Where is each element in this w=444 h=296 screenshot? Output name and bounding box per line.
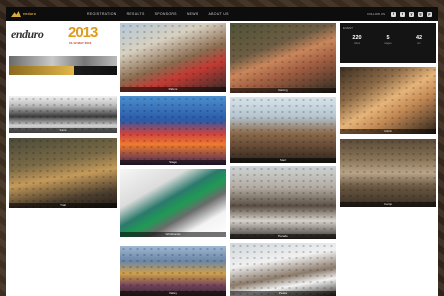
stat-stages: 5 stages (377, 35, 399, 45)
photo-tile-wristbands[interactable]: Wristbands (120, 169, 226, 237)
photo-tile-dirt-track[interactable]: Racing (230, 23, 336, 93)
stat-label: stages (384, 42, 392, 45)
facebook-icon[interactable]: f (391, 11, 396, 17)
photo-caption: Valley (120, 291, 226, 296)
photo-texture (9, 138, 117, 208)
youtube-icon[interactable]: y (409, 11, 414, 17)
photo-texture (230, 243, 336, 296)
photo-tile-peaks[interactable]: Peaks (230, 243, 336, 296)
event-stats-box: EVENT 220 riders 5 stages 42 km (340, 23, 436, 63)
main-nav: REGISTRATION RESULTS SPONSORS NEWS ABOUT… (87, 12, 229, 16)
photo-caption: Camp (340, 202, 436, 207)
photo-tile-climb[interactable]: Climb (340, 67, 436, 134)
logo-gold-bar (9, 66, 117, 75)
nav-item-about[interactable]: ABOUT US (209, 12, 229, 16)
photo-caption: Climb (340, 129, 436, 134)
google-plus-icon[interactable]: g (418, 11, 423, 17)
photo-texture (230, 23, 336, 93)
follow-label: FOLLOW US (367, 12, 385, 16)
photo-tile-mountain[interactable]: Trail (9, 138, 117, 208)
photo-texture (120, 96, 226, 165)
photo-texture (230, 166, 336, 239)
gallery-panel: enduro 2013 10-12 MAY 2013 Fans Trail Ri… (6, 21, 438, 296)
photo-texture (340, 139, 436, 207)
nav-item-results[interactable]: RESULTS (127, 12, 145, 16)
photo-caption: Wristbands (120, 232, 226, 237)
photo-caption: Peaks (230, 291, 336, 296)
social-links: FOLLOW US f t y g p (367, 11, 432, 17)
photo-caption: Trail (9, 203, 117, 208)
stat-value: 5 (386, 35, 390, 41)
photo-tile-start[interactable]: Start (230, 97, 336, 163)
photo-caption: Riders (120, 87, 226, 92)
photo-tile-crowd[interactable]: Fans (9, 96, 117, 133)
event-brand-year: 2013 (68, 24, 98, 41)
photo-texture (340, 67, 436, 134)
photo-tile-parade[interactable]: Parade (230, 166, 336, 239)
stats-label: EVENT (343, 26, 354, 30)
stat-value: 220 (352, 35, 362, 41)
stat-riders: 220 riders (346, 35, 368, 45)
photo-caption: Start (230, 158, 336, 163)
photo-texture (230, 97, 336, 163)
logo-text: enduro (23, 12, 37, 16)
photo-caption: Racing (230, 88, 336, 93)
event-logo-tile[interactable]: enduro 2013 10-12 MAY 2013 (9, 23, 117, 75)
logo-banner-strip (9, 56, 117, 66)
stat-distance: 42 km (408, 35, 430, 45)
stat-label: riders (353, 42, 361, 45)
photo-tile-riders[interactable]: Riders (120, 23, 226, 92)
photo-texture (120, 23, 226, 92)
site-logo[interactable]: enduro (11, 9, 47, 19)
mountain-logo-icon (11, 11, 21, 17)
event-brand-name: enduro (11, 27, 44, 41)
nav-item-registration[interactable]: REGISTRATION (87, 12, 117, 16)
photo-caption: Fans (9, 128, 117, 133)
nav-item-sponsors[interactable]: SPONSORS (155, 12, 177, 16)
nav-item-news[interactable]: NEWS (187, 12, 199, 16)
photo-tile-stage[interactable]: Stage (120, 96, 226, 165)
photo-caption: Parade (230, 234, 336, 239)
twitter-icon[interactable]: t (400, 11, 405, 17)
stat-label: km (417, 42, 421, 45)
photo-texture (120, 246, 226, 296)
stat-value: 42 (415, 35, 423, 41)
top-navigation-bar: enduro REGISTRATION RESULTS SPONSORS NEW… (6, 7, 438, 21)
event-dates: 10-12 MAY 2013 (69, 41, 92, 45)
pinterest-icon[interactable]: p (427, 11, 432, 17)
photo-tile-camp[interactable]: Camp (340, 139, 436, 207)
photo-caption: Stage (120, 160, 226, 165)
photo-tile-valley[interactable]: Valley (120, 246, 226, 296)
